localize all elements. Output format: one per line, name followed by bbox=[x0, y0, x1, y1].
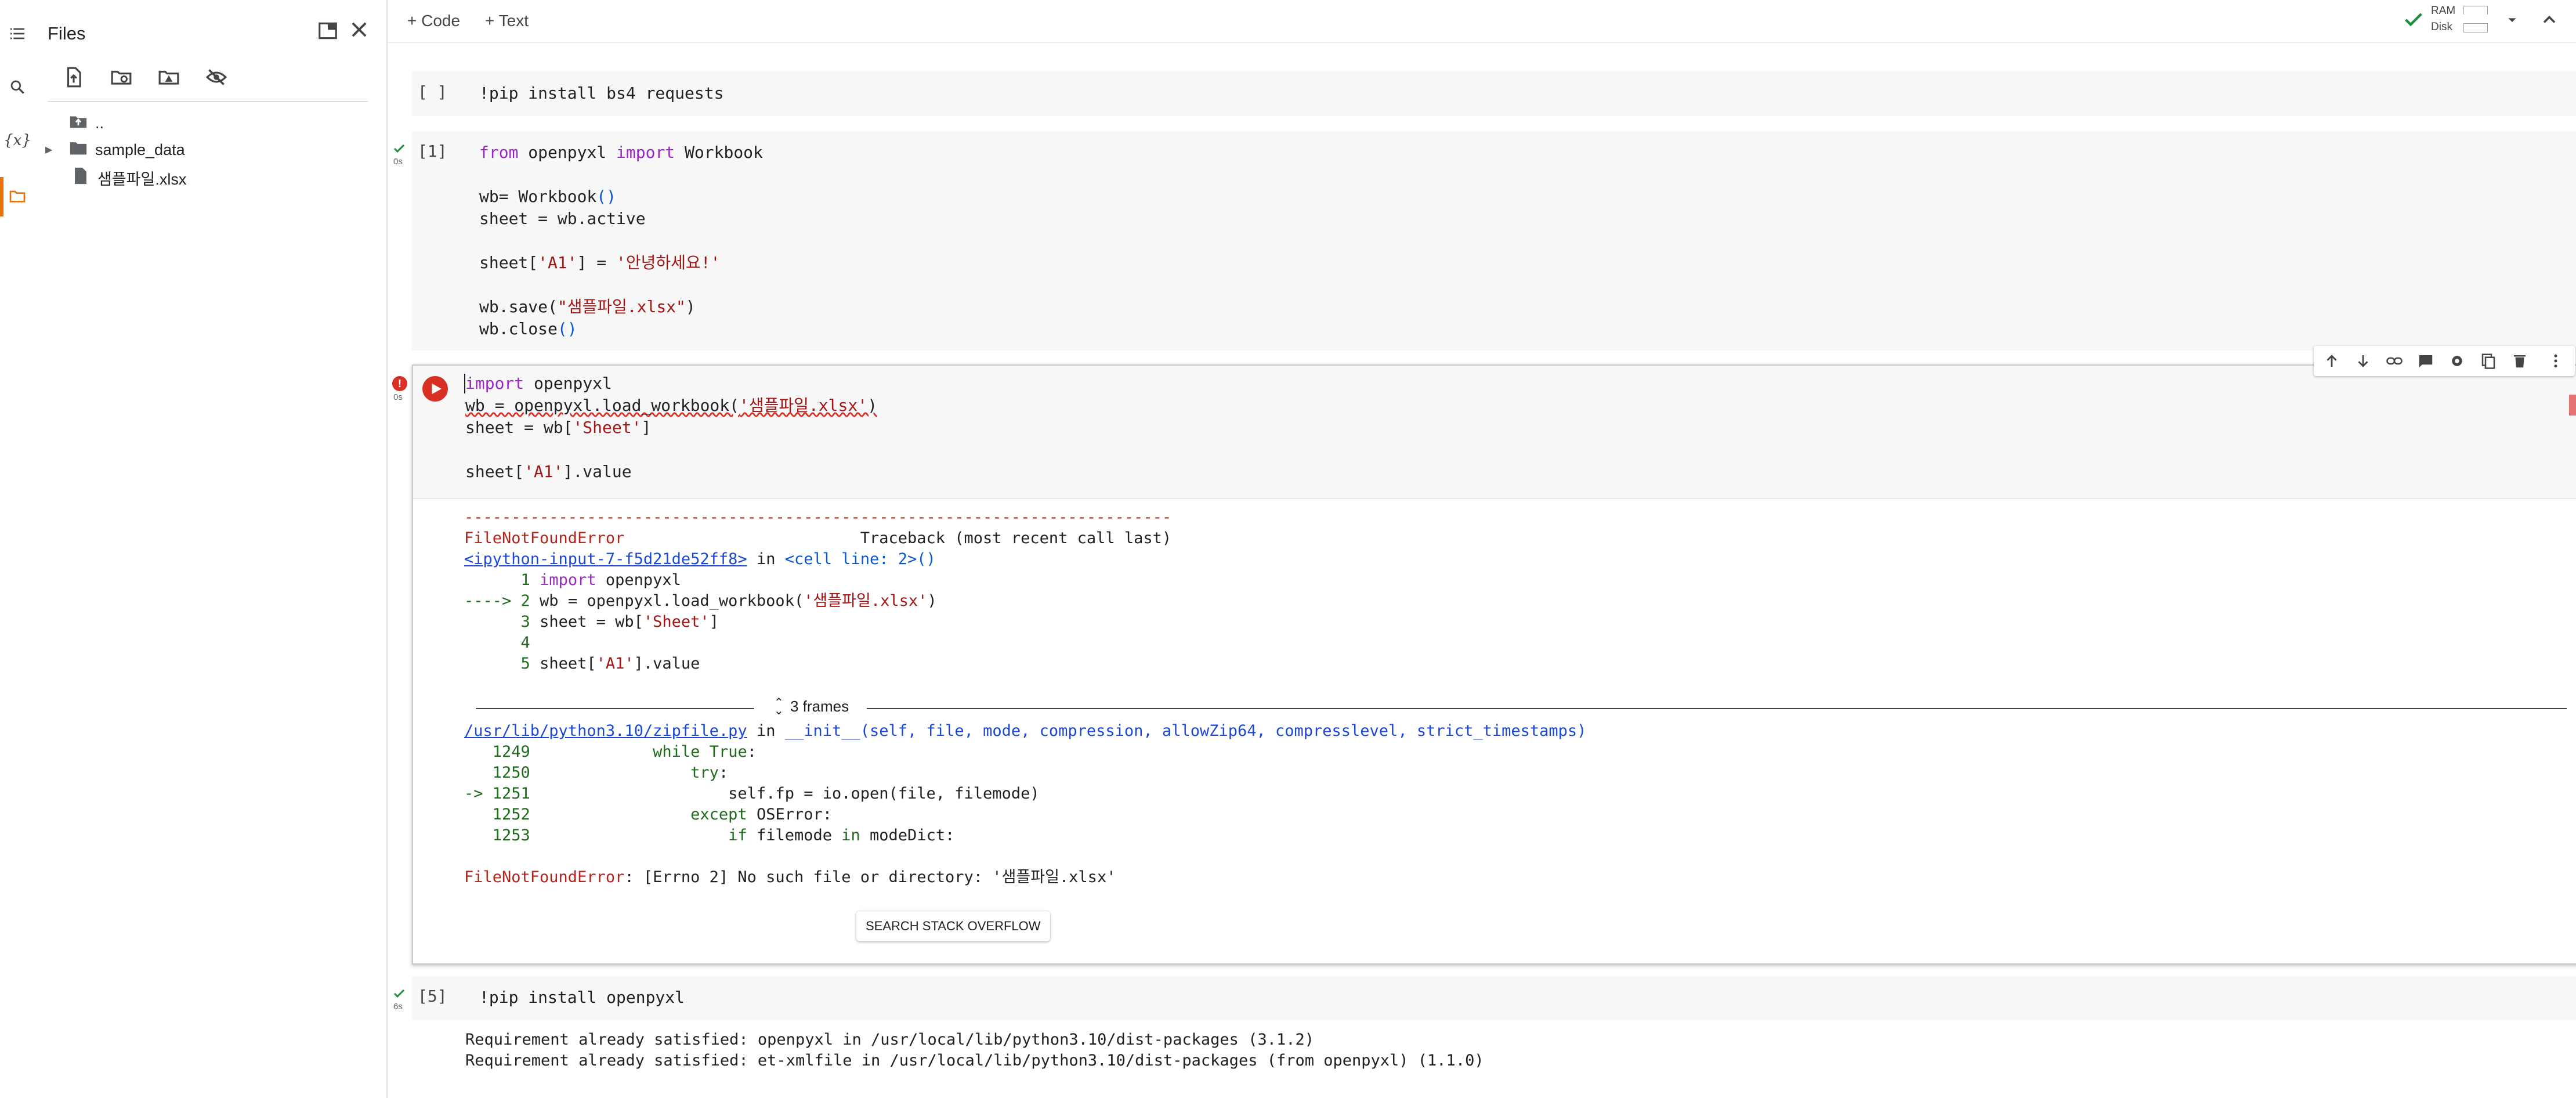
collapse-chevron-icon[interactable] bbox=[2539, 9, 2560, 30]
disk-meter bbox=[2463, 23, 2488, 32]
code-cell-1[interactable]: [ ] !pip install bs4 requests bbox=[412, 71, 2576, 116]
comment-icon[interactable] bbox=[2414, 349, 2438, 373]
search-stack-overflow-button[interactable]: SEARCH STACK OVERFLOW bbox=[856, 911, 1050, 941]
delete-icon[interactable] bbox=[2508, 349, 2532, 373]
disk-label: Disk bbox=[2431, 21, 2452, 33]
execution-count: [1] bbox=[418, 142, 447, 161]
table-of-contents-icon[interactable] bbox=[0, 16, 35, 51]
folder-icon bbox=[68, 138, 88, 162]
refresh-folder-icon[interactable] bbox=[108, 64, 135, 91]
folder-up-icon bbox=[68, 111, 88, 135]
pip-output-line-1: Requirement already satisfied: openpyxl … bbox=[465, 1031, 1314, 1049]
hide-files-icon[interactable] bbox=[203, 64, 230, 91]
code-cell-2[interactable]: [1] from openpyxl import Workbook wb= Wo… bbox=[412, 131, 2576, 351]
mount-drive-icon[interactable] bbox=[155, 64, 182, 91]
connected-check-icon bbox=[2402, 8, 2425, 31]
traceback-output: ----------------------------------------… bbox=[464, 508, 1172, 673]
execution-count: [5] bbox=[418, 987, 447, 1006]
frames-line-right bbox=[867, 708, 2567, 709]
resources-dropdown-icon[interactable] bbox=[2503, 10, 2521, 29]
code-cell-4[interactable]: [5] !pip install openpyxl bbox=[412, 976, 2576, 1020]
pip-output-line-2: Requirement already satisfied: et-xmlfil… bbox=[465, 1052, 1484, 1070]
tree-item-sample-data[interactable]: ▶ sample_data bbox=[45, 137, 185, 162]
exec-time: 0s bbox=[393, 157, 403, 167]
more-options-icon[interactable] bbox=[2544, 349, 2568, 373]
mirror-cell-icon[interactable] bbox=[2476, 349, 2501, 373]
files-panel: Files .. ▶ sample_data 샘플파일.xlsx bbox=[35, 0, 388, 1098]
move-up-icon[interactable] bbox=[2320, 349, 2344, 373]
tree-item-label: .. bbox=[95, 114, 104, 132]
search-icon[interactable] bbox=[0, 70, 35, 104]
cell-toolbar bbox=[2314, 346, 2575, 376]
upload-icon[interactable] bbox=[60, 64, 87, 91]
move-down-icon[interactable] bbox=[2351, 349, 2375, 373]
files-divider bbox=[48, 101, 368, 102]
notebook-toolbar: + Code + Text RAM Disk bbox=[388, 0, 2576, 43]
traceback-label: Traceback (most recent call last) bbox=[860, 529, 1172, 547]
cell-code[interactable]: !pip install bs4 requests bbox=[479, 82, 723, 104]
scrollbar-marker bbox=[2569, 395, 2576, 416]
tree-item-label: 샘플파일.xlsx bbox=[97, 170, 187, 188]
left-rail: {x} bbox=[0, 0, 35, 1098]
divider bbox=[413, 498, 2576, 499]
link-icon[interactable] bbox=[2382, 349, 2407, 373]
notebook: + Code + Text RAM Disk [ ] !pip install … bbox=[388, 0, 2576, 1098]
cell-code[interactable]: from openpyxl import Workbook wb= Workbo… bbox=[479, 142, 763, 340]
tree-item-parent[interactable]: .. bbox=[68, 110, 104, 136]
text-cursor bbox=[464, 374, 465, 393]
file-icon bbox=[71, 166, 91, 190]
open-in-window-icon[interactable] bbox=[314, 17, 341, 44]
files-icon[interactable] bbox=[0, 179, 35, 214]
exec-time: 0s bbox=[393, 392, 403, 402]
zipfile-link[interactable]: /usr/lib/python3.10/zipfile.py bbox=[464, 722, 747, 740]
settings-gear-icon[interactable] bbox=[2445, 349, 2469, 373]
tree-item-xlsx[interactable]: 샘플파일.xlsx bbox=[71, 165, 186, 190]
ram-meter bbox=[2463, 6, 2488, 15]
ram-label: RAM bbox=[2431, 5, 2456, 17]
success-check-icon bbox=[392, 987, 406, 1001]
close-icon[interactable] bbox=[346, 16, 372, 43]
files-title: Files bbox=[48, 23, 86, 44]
variables-icon[interactable]: {x} bbox=[0, 123, 35, 158]
run-button[interactable] bbox=[422, 376, 448, 402]
expand-arrow-icon[interactable]: ▶ bbox=[45, 144, 61, 156]
cell-code[interactable]: !pip install openpyxl bbox=[479, 987, 685, 1009]
exec-time: 6s bbox=[393, 1002, 403, 1012]
add-text-button[interactable]: + Text bbox=[485, 8, 529, 34]
add-code-button[interactable]: + Code bbox=[407, 8, 460, 34]
code-cell-3[interactable]: import openpyxl wb = openpyxl.load_workb… bbox=[412, 364, 2576, 965]
cell-code[interactable]: import openpyxl wb = openpyxl.load_workb… bbox=[465, 373, 877, 483]
success-check-icon bbox=[392, 142, 406, 156]
traceback-output-2: /usr/lib/python3.10/zipfile.py in __init… bbox=[464, 722, 1587, 886]
frames-line-left bbox=[476, 708, 754, 709]
error-icon: ! bbox=[392, 376, 407, 391]
error-name: FileNotFoundError bbox=[464, 529, 625, 547]
input-link[interactable]: <ipython-input-7-f5d21de52ff8> bbox=[464, 550, 747, 568]
tree-item-label: sample_data bbox=[95, 140, 185, 158]
execution-count: [ ] bbox=[418, 82, 447, 102]
frames-toggle[interactable]: ⌃ ⌄ 3 frames bbox=[774, 696, 849, 717]
dashes: ----------------------------------------… bbox=[464, 508, 1172, 526]
expand-icon: ⌃ ⌄ bbox=[774, 696, 784, 717]
